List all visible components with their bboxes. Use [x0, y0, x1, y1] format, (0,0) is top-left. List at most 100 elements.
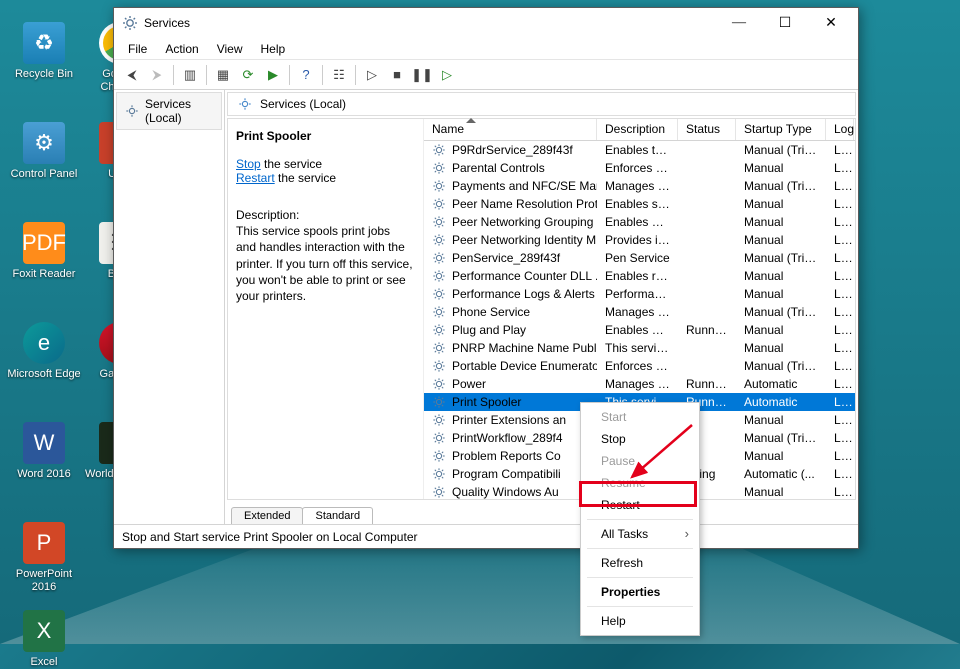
properties-button[interactable]: ☷	[327, 63, 351, 87]
pause-service-button[interactable]: ❚❚	[410, 63, 434, 87]
ctx-all-tasks[interactable]: All Tasks	[583, 523, 697, 545]
service-logon: Loc	[826, 485, 854, 499]
service-name: PenService_289f43f	[452, 251, 560, 265]
gear-icon	[432, 233, 446, 247]
tab-extended[interactable]: Extended	[231, 507, 303, 524]
service-row[interactable]: PenService_289f43fPen ServiceManual (Tri…	[424, 249, 855, 267]
desktop-icon-foxit[interactable]: PDFFoxit Reader	[6, 222, 82, 281]
ctx-properties[interactable]: Properties	[583, 581, 697, 603]
service-description: Enforces gr...	[597, 359, 678, 373]
service-name: Print Spooler	[452, 395, 521, 409]
desktop-icon-recycle[interactable]: ♻Recycle Bin	[6, 22, 82, 81]
gear-icon	[432, 341, 446, 355]
stop-link[interactable]: Stop	[236, 157, 261, 171]
ctx-restart[interactable]: Restart	[583, 494, 697, 516]
service-logon: Loc	[826, 143, 854, 157]
gear-icon	[432, 377, 446, 391]
menu-file[interactable]: File	[120, 40, 155, 58]
gear-icon	[432, 215, 446, 229]
desktop-icon-label: Recycle Bin	[6, 68, 82, 81]
service-startup: Manual (Trig...	[736, 143, 826, 157]
tree-node-services-local[interactable]: Services (Local)	[116, 92, 222, 130]
col-name[interactable]: Name	[424, 119, 597, 140]
stop-service-button[interactable]: ■	[385, 63, 409, 87]
gear-icon	[432, 251, 446, 265]
service-row[interactable]: Payments and NFC/SE Man...Manages pa...M…	[424, 177, 855, 195]
col-status[interactable]: Status	[678, 119, 736, 140]
column-headers: Name Description Status Startup Type Log	[424, 119, 855, 141]
desktop-icon-word[interactable]: WWord 2016	[6, 422, 82, 481]
service-startup: Manual	[736, 233, 826, 247]
service-name: Portable Device Enumerator...	[452, 359, 597, 373]
forward-button[interactable]: ⮞	[145, 63, 169, 87]
service-name: Performance Counter DLL ...	[452, 269, 597, 283]
service-row[interactable]: PowerManages p...RunningAutomaticLoc	[424, 375, 855, 393]
service-row[interactable]: Peer Networking Identity M...Provides id…	[424, 231, 855, 249]
col-description[interactable]: Description	[597, 119, 678, 140]
service-row[interactable]: Performance Logs & AlertsPerformanc...Ma…	[424, 285, 855, 303]
service-row[interactable]: Peer Networking GroupingEnables mul...Ma…	[424, 213, 855, 231]
gear-icon	[432, 161, 446, 175]
service-startup: Manual	[736, 485, 826, 499]
show-hide-tree-button[interactable]: ▥	[178, 63, 202, 87]
ctx-stop[interactable]: Stop	[583, 428, 697, 450]
services-window: Services — ☐ ✕ File Action View Help ⮜ ⮞…	[113, 7, 859, 549]
gear-icon	[432, 485, 446, 499]
desktop-icon-excel[interactable]: XExcel	[6, 610, 82, 669]
gear-icon	[432, 269, 446, 283]
desktop-icon-edge[interactable]: eMicrosoft Edge	[6, 322, 82, 381]
export-list-button[interactable]: ▶	[261, 63, 285, 87]
service-row[interactable]: Peer Name Resolution Prot...Enables serv…	[424, 195, 855, 213]
service-row[interactable]: Performance Counter DLL ...Enables rem..…	[424, 267, 855, 285]
description-body: This service spools print jobs and handl…	[236, 223, 413, 304]
service-name: Parental Controls	[452, 161, 545, 175]
service-row[interactable]: Plug and PlayEnables a c...RunningManual…	[424, 321, 855, 339]
service-row[interactable]: Portable Device Enumerator...Enforces gr…	[424, 357, 855, 375]
tree-node-label: Services (Local)	[145, 97, 213, 125]
menu-view[interactable]: View	[209, 40, 251, 58]
service-name: Peer Networking Identity M...	[452, 233, 597, 247]
detail-tabs: Extended Standard	[225, 502, 858, 524]
context-menu: Start Stop Pause Resume Restart All Task…	[580, 402, 700, 636]
right-panel-header: Services (Local)	[227, 92, 856, 116]
desktop-icon-label: Word 2016	[6, 468, 82, 481]
service-logon: Loc	[826, 467, 854, 481]
service-logon: Loc	[826, 215, 854, 229]
close-button[interactable]: ✕	[808, 9, 854, 37]
service-row[interactable]: PNRP Machine Name Publi...This service .…	[424, 339, 855, 357]
ctx-help[interactable]: Help	[583, 610, 697, 632]
refresh-button[interactable]: ⟳	[236, 63, 260, 87]
gear-icon	[432, 179, 446, 193]
service-name: Peer Name Resolution Prot...	[452, 197, 597, 211]
service-row[interactable]: P9RdrService_289f43fEnables trig...Manua…	[424, 141, 855, 159]
service-row[interactable]: Phone ServiceManages th...Manual (Trig..…	[424, 303, 855, 321]
restart-link[interactable]: Restart	[236, 171, 275, 185]
desktop-icon-label: Foxit Reader	[6, 268, 82, 281]
tab-standard[interactable]: Standard	[302, 507, 373, 524]
service-logon: Loc	[826, 197, 854, 211]
menu-help[interactable]: Help	[253, 40, 294, 58]
window-title: Services	[144, 16, 716, 30]
service-startup: Automatic	[736, 395, 826, 409]
status-text: Stop and Start service Print Spooler on …	[122, 530, 418, 544]
minimize-button[interactable]: —	[716, 9, 762, 37]
pp-icon: P	[23, 522, 65, 564]
back-button[interactable]: ⮜	[120, 63, 144, 87]
service-row[interactable]: Parental ControlsEnforces pa...ManualLoc	[424, 159, 855, 177]
col-logon[interactable]: Log	[826, 119, 854, 140]
col-startup[interactable]: Startup Type	[736, 119, 826, 140]
service-description: Manages th...	[597, 305, 678, 319]
help-button[interactable]: ?	[294, 63, 318, 87]
gear-icon	[125, 104, 139, 118]
ctx-refresh[interactable]: Refresh	[583, 552, 697, 574]
start-service-button[interactable]: ▷	[360, 63, 384, 87]
desktop-icon-cp[interactable]: ⚙Control Panel	[6, 122, 82, 181]
restart-service-button[interactable]: ▷	[435, 63, 459, 87]
menu-action[interactable]: Action	[157, 40, 206, 58]
service-description: Manages pa...	[597, 179, 678, 193]
service-startup: Automatic (...	[736, 467, 826, 481]
titlebar[interactable]: Services — ☐ ✕	[114, 8, 858, 38]
export-button[interactable]: ▦	[211, 63, 235, 87]
maximize-button[interactable]: ☐	[762, 9, 808, 37]
desktop-icon-pp[interactable]: PPowerPoint 2016	[6, 522, 82, 594]
